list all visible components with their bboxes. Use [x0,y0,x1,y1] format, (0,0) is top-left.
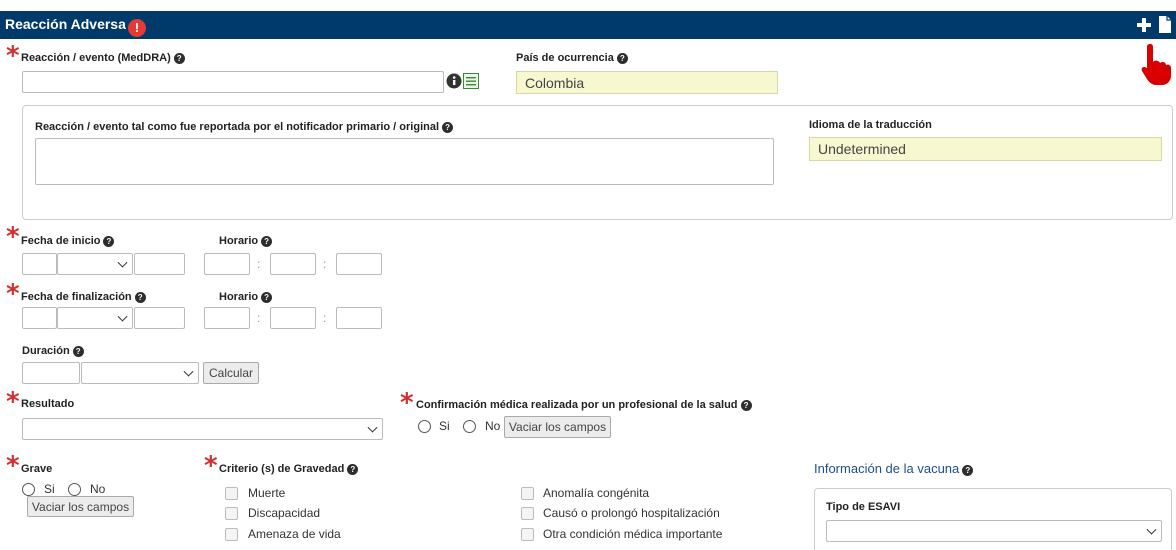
criteria-checkbox[interactable] [521,528,534,541]
required-mark: * [6,41,20,71]
help-icon[interactable]: ? [616,53,628,64]
help-icon[interactable]: ? [261,236,273,247]
confirm-no-radio[interactable] [463,420,476,433]
criteria-checkbox[interactable] [521,507,534,520]
result-label: Resultado [21,398,75,410]
start-second-input[interactable] [336,253,382,275]
grave-label: Grave [21,463,53,475]
add-icon[interactable] [1136,17,1152,33]
time-separator: : [257,311,261,325]
criteria-checkbox[interactable] [225,487,238,500]
document-icon[interactable] [1158,15,1172,34]
chevron-down-icon [183,366,194,377]
grave-no-radio[interactable] [68,483,81,496]
translation-label: Idioma de la traducción [809,119,932,131]
pointer-hand-icon [1141,44,1171,85]
help-icon[interactable]: ? [261,292,273,303]
criteria-option: Muerte [248,486,286,500]
start-year-input[interactable] [134,253,185,275]
duration-unit-select[interactable] [81,362,199,384]
grave-clear-button[interactable]: Vaciar los campos [27,496,134,517]
criteria-option: Causó o prolongó hospitalización [543,506,720,520]
start-month-select[interactable] [57,253,133,275]
help-icon[interactable]: ? [347,464,359,475]
required-mark: * [6,451,20,481]
time-separator: : [323,311,327,325]
start-minute-input[interactable] [270,253,316,275]
time-separator: : [323,257,327,271]
country-label: País de ocurrencia? [516,52,628,64]
alert-icon: ! [127,19,146,37]
end-day-input[interactable] [22,307,57,329]
reaction-input[interactable] [22,71,444,93]
grave-yes-label: Si [44,482,55,496]
result-select[interactable] [22,418,383,440]
section-title: Reacción Adversa! [5,16,146,37]
grave-no-label: No [90,482,106,496]
criteria-option: Amenaza de vida [248,527,341,541]
chevron-down-icon [117,311,128,322]
help-icon[interactable]: ? [103,236,115,247]
original-label: Reacción / evento tal como fue reportada… [35,121,454,133]
required-mark: * [400,388,414,418]
confirm-label: Confirmación médica realizada por un pro… [416,399,752,411]
help-icon[interactable]: ? [442,122,454,133]
confirm-clear-button[interactable]: Vaciar los campos [504,416,611,438]
required-mark: * [6,279,20,309]
criteria-option: Otra condición médica importante [543,527,723,541]
help-icon[interactable]: ? [740,400,752,411]
required-mark: * [6,222,20,252]
country-field: Colombia [516,71,778,94]
end-month-select[interactable] [57,307,133,329]
vaccine-section-title: Información de la vacuna? [814,461,974,476]
duration-input[interactable] [22,362,80,384]
info-icon[interactable] [446,73,462,89]
grave-yes-radio[interactable] [22,483,35,496]
criteria-checkbox[interactable] [225,507,238,520]
start-hour-input[interactable] [204,253,250,275]
end-second-input[interactable] [336,307,382,329]
end-year-input[interactable] [134,307,185,329]
criteria-checkbox[interactable] [225,528,238,541]
criteria-label: Criterio (s) de Gravedad? [219,463,359,475]
help-icon[interactable]: ? [962,465,974,476]
confirm-no-label: No [485,419,501,433]
calculate-button[interactable]: Calcular [203,362,259,384]
required-mark: * [204,451,218,481]
start-date-label: Fecha de inicio? [21,235,115,247]
chevron-down-icon [117,257,128,268]
help-icon[interactable]: ? [173,53,185,64]
esavi-label: Tipo de ESAVI [826,501,901,513]
end-minute-input[interactable] [270,307,316,329]
criteria-checkbox[interactable] [521,487,534,500]
original-textarea[interactable] [35,138,774,185]
esavi-select[interactable] [826,520,1162,542]
translation-field: Undetermined [809,137,1162,161]
criteria-option: Anomalía congénita [543,486,650,500]
list-icon[interactable] [463,73,479,89]
help-icon[interactable]: ? [134,292,146,303]
chevron-down-icon [367,422,378,433]
duration-label: Duración? [22,345,84,357]
reaction-label: Reacción / evento (MedDRA)? [21,52,185,64]
section-header: Reacción Adversa! [0,11,1176,39]
start-time-label: Horario? [219,235,273,247]
end-date-label: Fecha de finalización? [21,291,146,303]
required-mark: * [6,387,20,417]
help-icon[interactable]: ? [72,346,84,357]
start-day-input[interactable] [22,253,57,275]
chevron-down-icon [1146,524,1157,535]
confirm-yes-label: Si [439,419,450,433]
confirm-yes-radio[interactable] [418,420,431,433]
end-time-label: Horario? [219,291,273,303]
criteria-option: Discapacidad [248,506,321,520]
time-separator: : [257,257,261,271]
end-hour-input[interactable] [204,307,250,329]
